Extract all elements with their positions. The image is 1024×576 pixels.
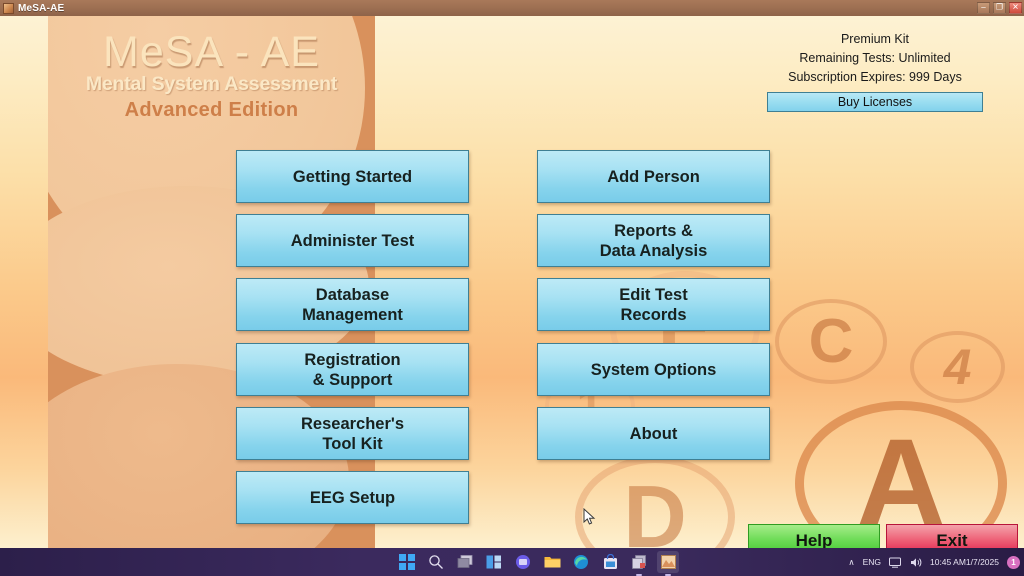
button-label: Administer Test [290, 231, 415, 250]
widgets-icon[interactable] [483, 551, 505, 573]
registration-support-button[interactable]: Registration & Support [236, 343, 469, 396]
application-window: E 1 C 4 A D MeSA - AE Mental System Asse… [0, 16, 1024, 548]
administer-test-button[interactable]: Administer Test [236, 214, 469, 267]
add-person-button[interactable]: Add Person [537, 150, 770, 203]
reports-data-analysis-button[interactable]: Reports & Data Analysis [537, 214, 770, 267]
search-icon[interactable] [425, 551, 447, 573]
buy-licenses-button[interactable]: Buy Licenses [767, 92, 983, 112]
license-expiry: Subscription Expires: 999 Days [788, 70, 962, 84]
exit-button[interactable]: Exit [886, 524, 1018, 548]
button-label-line2: Data Analysis [599, 241, 708, 260]
clock[interactable]: 10:45 AM 1/7/2025 [930, 557, 999, 567]
button-label-line2: Management [302, 305, 403, 324]
button-label-line2: Tool Kit [322, 434, 383, 453]
license-kit-label: Premium Kit [840, 32, 910, 46]
logo-subtitle: Mental System Assessment [85, 73, 338, 96]
button-label-line2: Records [620, 305, 687, 324]
system-tray: ∧ ENG 10:45 AM 1/7/2025 1 [848, 555, 1020, 569]
app-window-icon[interactable] [628, 551, 650, 573]
button-label-line1: Registration [304, 350, 401, 369]
clock-date: 1/7/2025 [965, 557, 999, 567]
maximize-icon[interactable]: ❐ [993, 2, 1006, 14]
logo-edition: Advanced Edition [124, 98, 299, 121]
minimize-icon[interactable]: – [977, 2, 990, 14]
volume-icon[interactable] [910, 557, 922, 568]
researchers-tool-kit-button[interactable]: Researcher's Tool Kit [236, 407, 469, 460]
taskbar-icons [396, 551, 679, 573]
window-title: MeSA-AE [18, 2, 65, 14]
notification-badge[interactable]: 1 [1007, 555, 1020, 569]
decorative-letter-c: C [775, 299, 887, 384]
edit-test-records-button[interactable]: Edit Test Records [537, 278, 770, 331]
start-icon[interactable] [396, 551, 418, 573]
network-icon[interactable] [888, 557, 902, 568]
task-view-icon[interactable] [454, 551, 476, 573]
file-explorer-icon[interactable] [541, 551, 563, 573]
edge-icon[interactable] [570, 551, 592, 573]
minimize-glyph: – [981, 2, 986, 12]
button-label: System Options [590, 360, 717, 379]
system-options-button[interactable]: System Options [537, 343, 770, 396]
windows-taskbar: ∧ ENG 10:45 AM 1/7/2025 1 [0, 548, 1024, 576]
button-label-line1: Edit Test [619, 285, 688, 304]
help-button[interactable]: Help [748, 524, 880, 548]
license-remaining-tests: Remaining Tests: Unlimited [799, 51, 951, 65]
mesa-app-icon[interactable] [657, 551, 679, 573]
maximize-glyph: ❐ [995, 2, 1004, 12]
decorative-letter-4: 4 [910, 331, 1005, 403]
getting-started-button[interactable]: Getting Started [236, 150, 469, 203]
button-label-line1: Researcher's [301, 414, 404, 433]
button-label-line1: Database [315, 285, 390, 304]
button-label-line1: Reports & [614, 221, 693, 240]
mouse-cursor [583, 508, 596, 525]
button-label: About [629, 424, 678, 443]
language-indicator[interactable]: ENG [863, 557, 881, 567]
eeg-setup-button[interactable]: EEG Setup [236, 471, 469, 524]
button-label: Getting Started [292, 167, 413, 186]
app-logo: MeSA - AE Mental System Assessment Advan… [48, 28, 375, 122]
license-info-panel: Premium Kit Remaining Tests: Unlimited S… [767, 30, 983, 112]
tray-chevron-icon[interactable]: ∧ [848, 557, 854, 568]
about-button[interactable]: About [537, 407, 770, 460]
screen: MeSA-AE – ❐ ✕ E 1 C 4 A D MeSA - AE Ment… [0, 0, 1024, 576]
database-management-button[interactable]: Database Management [236, 278, 469, 331]
button-label-line2: & Support [312, 370, 393, 389]
chat-icon[interactable] [512, 551, 534, 573]
button-label: Add Person [607, 167, 700, 186]
store-icon[interactable] [599, 551, 621, 573]
clock-time: 10:45 AM [929, 557, 966, 567]
logo-title: MeSA - AE [103, 28, 320, 76]
window-controls: – ❐ ✕ [977, 2, 1022, 14]
close-icon[interactable]: ✕ [1009, 2, 1022, 14]
button-label: EEG Setup [309, 488, 396, 507]
window-title-bar: MeSA-AE – ❐ ✕ [0, 0, 1024, 16]
decorative-letter-d: D [575, 456, 735, 548]
close-glyph: ✕ [1012, 2, 1019, 12]
app-icon [3, 2, 14, 14]
